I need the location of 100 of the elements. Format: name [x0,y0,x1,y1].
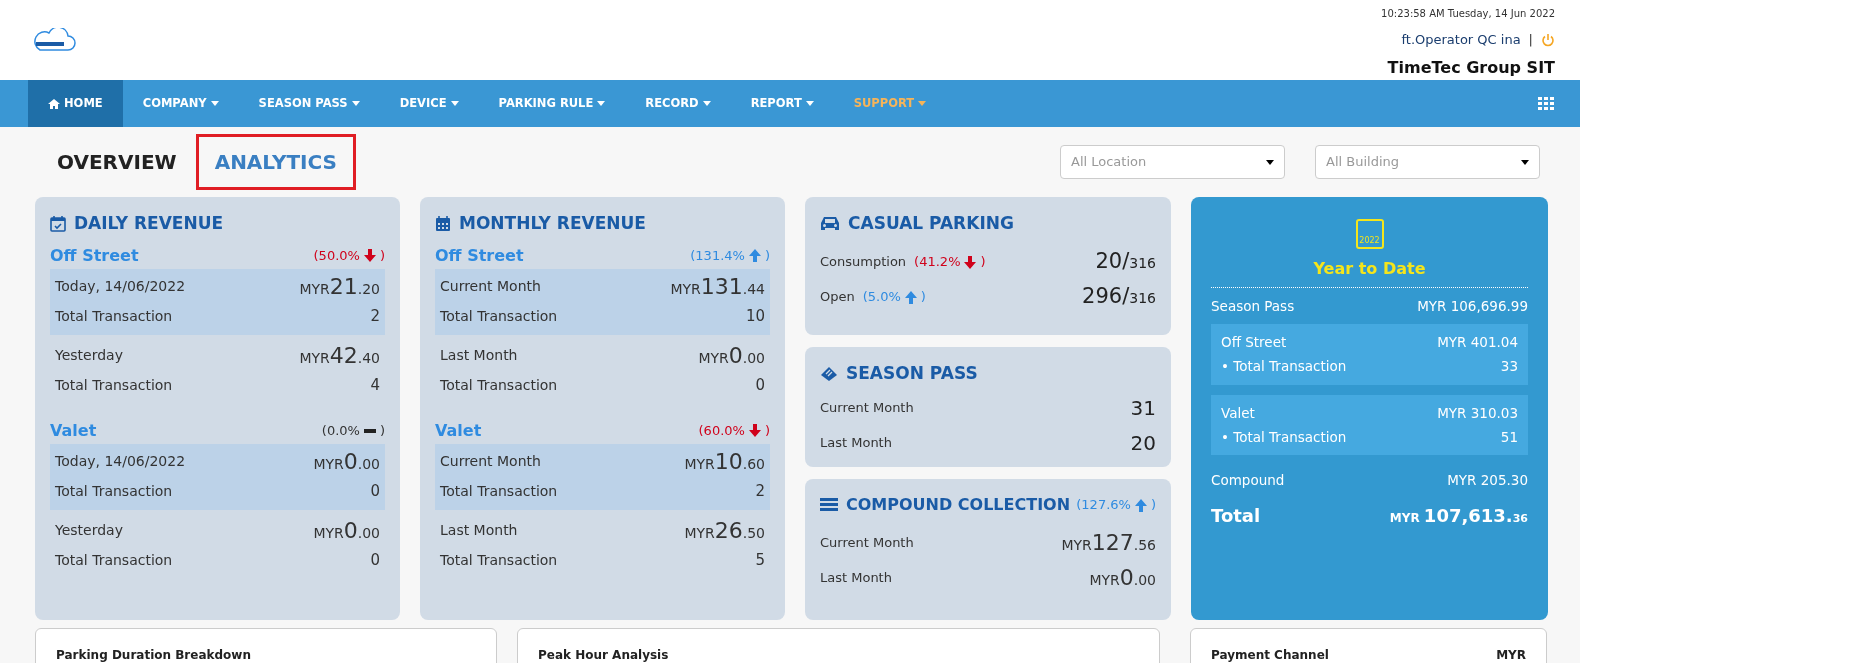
panel-title: Payment Channel [1211,649,1329,661]
ytd-label: Off Street [1221,333,1287,352]
trend-percent: (41.2% [914,253,961,272]
row-label: Current Month [440,452,541,471]
caret-icon [1521,159,1529,165]
count-value: 10 [745,306,765,328]
view-tab[interactable]: ANALYTICS [195,134,356,190]
row-label: Total Transaction [55,551,173,570]
user-name[interactable]: ft.Operator QC ina [1401,30,1521,50]
count-value: 2 [755,481,765,503]
row-label: Total Transaction [440,482,558,501]
row-label: Today, 14/06/2022 [55,452,186,471]
list-icon [820,498,838,512]
nav-item[interactable]: RECORD [625,80,731,127]
row-label: Open [820,288,855,307]
row-label: Total Transaction [440,376,558,395]
nav-item[interactable]: DEVICE [379,80,479,127]
row-label: Consumption [820,253,907,272]
panel-unit: MYR [1496,649,1526,661]
trend-percent: (0.0% [321,421,360,440]
panel-title: Peak Hour Analysis [538,649,669,661]
view-tab[interactable]: OVERVIEW [38,134,196,190]
card-title: CASUAL PARKING [848,212,1014,235]
select-field[interactable]: All Building [1315,145,1540,179]
amount-value: MYR21.20 [299,273,380,301]
arrow-up-icon [904,290,917,304]
ytd-label: Valet [1221,403,1255,423]
amount-value: MYR 127.56 [1061,529,1156,557]
nav-item[interactable]: SUPPORT [833,80,947,127]
arrow-down-icon [964,255,977,269]
trend-percent: (50.0% [313,246,360,265]
total-value: MYR 107,613.36 [1389,503,1528,528]
ytd-value: MYR 310.03 [1437,403,1518,423]
row-label: Yesterday [55,346,123,365]
ytd-value: 51 [1500,427,1518,447]
nav-item[interactable]: COMPANY [122,80,239,127]
row-label: Total Transaction [55,307,173,326]
nav-item[interactable]: REPORT [730,80,834,127]
row-label: Last Month [440,521,518,540]
ytd-value: 33 [1500,357,1518,377]
ytd-title: Year to Date [1313,258,1426,280]
ytd-value: MYR 106,696.99 [1417,296,1528,316]
apps-grid-icon[interactable] [1538,96,1554,111]
calendar-icon [435,215,451,233]
row-label: Last Month [820,434,892,453]
trend-bracket: ) [920,288,926,307]
card-title: COMPOUND COLLECTION [846,494,1071,516]
count-value: 0 [370,550,380,572]
row-label: Yesterday [55,521,123,540]
trend-bracket: ) [764,421,770,440]
trend-bracket: ) [379,246,385,265]
amount-value: MYR0.00 [698,342,765,370]
nav-item[interactable]: HOME [28,80,123,127]
card-title: DAILY REVENUE [74,212,224,235]
amount-value: MYR0.00 [313,448,380,476]
trend-bracket: ) [1150,496,1156,515]
trend-percent: (60.0% [698,421,745,440]
nav-item[interactable]: PARKING RULE [478,80,626,127]
amount-value: MYR0.00 [1089,564,1156,592]
calendar-check-icon [50,215,66,233]
trend-bracket: ) [379,421,385,440]
arrow-down-icon [363,249,376,262]
row-label: Current Month [820,533,914,552]
power-icon[interactable] [1541,32,1555,47]
home-icon [48,98,60,109]
row-label: Current Month [820,399,914,418]
section-title: Off Street [50,244,139,267]
section-title: Off Street [435,244,524,267]
ytd-label: Season Pass [1211,296,1295,316]
panel-title: Parking Duration Breakdown [56,649,251,661]
amount-value: MYR26.50 [684,517,765,545]
card-title: MONTHLY REVENUE [459,212,646,235]
dash-icon [363,428,376,433]
total-label: Total [1211,503,1261,528]
ytd-label: • Total Transaction [1221,427,1347,447]
trend-percent: (131.4% [690,246,745,265]
car-icon [820,216,840,232]
arrow-up-icon [748,249,761,262]
row-label: Total Transaction [55,482,173,501]
separator-text: | [1528,31,1533,49]
ytd-label: • Total Transaction [1221,357,1347,377]
nav-item[interactable]: SEASON PASS [238,80,380,127]
trend-bracket: ) [764,246,770,265]
ytd-value: MYR 205.30 [1447,470,1528,490]
card-title: SEASON PASS [846,362,978,385]
select-field[interactable]: All Location [1060,145,1285,179]
ytd-label: Compound [1211,470,1285,490]
count-value: 31 [1130,395,1156,422]
datetime-text: 10:23:58 AM Tuesday, 14 Jun 2022 [1381,7,1555,21]
amount-value: MYR 10.60 [684,448,765,476]
caret-icon [1266,159,1274,165]
section-title: Valet [50,419,97,442]
company-name: TimeTec Group SIT [1387,56,1555,79]
row-label: Last Month [820,568,892,587]
ticket-icon [820,365,838,382]
row-label: Last Month [440,346,518,365]
row-label: Total Transaction [55,376,173,395]
count-value: 4 [370,375,380,397]
row-label: Current Month [440,277,541,296]
trend-percent: (5.0% [862,288,901,307]
